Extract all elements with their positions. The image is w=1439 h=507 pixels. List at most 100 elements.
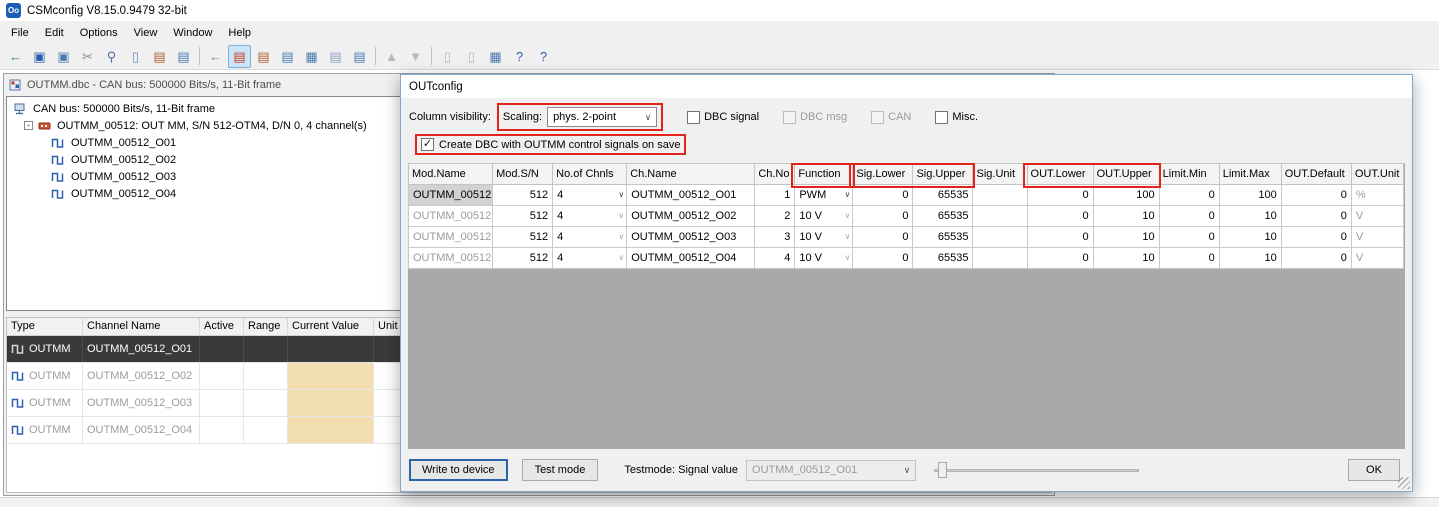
save-all-icon[interactable]: ▣ <box>52 45 75 68</box>
sig-unit-cell[interactable] <box>972 247 1028 269</box>
mod-s-n-cell[interactable]: 512 <box>492 226 554 248</box>
mod-name-cell[interactable]: OUTMM_00512 <box>408 226 494 248</box>
mod-name-cell[interactable]: OUTMM_00512 <box>408 205 494 227</box>
dialog-titlebar[interactable]: OUTconfig <box>401 75 1412 98</box>
limit-max-cell[interactable]: 10 <box>1218 226 1282 248</box>
module-config-icon[interactable]: ▤ <box>252 45 275 68</box>
outconfig-row[interactable]: OUTMM_00512 512 4 ∨ OUTMM_00512_O03 3 10 V ∨ 0 65… <box>408 226 1405 248</box>
write-to-device-button[interactable]: Write to device <box>409 459 508 481</box>
no-of-chnls-cell[interactable]: 4 ∨ <box>552 205 628 227</box>
search-icon[interactable]: ⚲ <box>100 45 123 68</box>
chevron-down-icon: ∨ <box>844 190 851 199</box>
ch-no-cell[interactable]: 4 <box>754 247 796 269</box>
menu-help[interactable]: Help <box>220 22 259 43</box>
disconnect-icon[interactable]: ✂ <box>76 45 99 68</box>
sig-unit-cell[interactable] <box>972 184 1028 206</box>
config-table-icon[interactable]: ▦ <box>300 45 323 68</box>
device-settings-icon[interactable]: ▤ <box>172 45 195 68</box>
mod-s-n-cell[interactable]: 512 <box>492 205 554 227</box>
sig-lower-cell[interactable]: 0 <box>852 205 914 227</box>
menu-edit[interactable]: Edit <box>37 22 72 43</box>
out-lower-cell[interactable]: 0 <box>1026 184 1094 206</box>
ch-name-cell[interactable]: OUTMM_00512_O03 <box>626 226 756 248</box>
sig-upper-cell[interactable]: 65535 <box>912 247 974 269</box>
outconfig-row[interactable]: OUTMM_00512 512 4 ∨ OUTMM_00512_O04 4 10 V ∨ 0 65… <box>408 247 1405 269</box>
out-upper-cell[interactable]: 10 <box>1092 205 1160 227</box>
collapse-expander-icon[interactable]: - <box>24 121 33 130</box>
sig-upper-cell[interactable]: 65535 <box>912 184 974 206</box>
out-lower-cell[interactable]: 0 <box>1026 247 1094 269</box>
device2-icon[interactable]: ▤ <box>324 45 347 68</box>
out-upper-cell[interactable]: 10 <box>1092 226 1160 248</box>
no-of-chnls-cell[interactable]: 4 ∨ <box>552 184 628 206</box>
out-unit-cell[interactable]: % <box>1350 184 1405 206</box>
limit-min-cell[interactable]: 0 <box>1158 226 1220 248</box>
ch-name-cell[interactable]: OUTMM_00512_O02 <box>626 205 756 227</box>
function-cell[interactable]: PWM ∨ <box>794 184 854 206</box>
sig-unit-cell[interactable] <box>972 205 1028 227</box>
sig-upper-cell[interactable]: 65535 <box>912 205 974 227</box>
ch-no-cell[interactable]: 1 <box>754 184 796 206</box>
limit-min-cell[interactable]: 0 <box>1158 184 1220 206</box>
no-of-chnls-cell[interactable]: 4 ∨ <box>552 247 628 269</box>
menu-view[interactable]: View <box>126 22 166 43</box>
sig-unit-cell[interactable] <box>972 226 1028 248</box>
function-cell[interactable]: 10 V ∨ <box>794 205 854 227</box>
context-help-icon[interactable]: ? <box>532 45 555 68</box>
limit-max-cell[interactable]: 100 <box>1218 184 1282 206</box>
mod-s-n-cell[interactable]: 512 <box>492 184 554 206</box>
offline-icon[interactable]: ← <box>204 45 227 68</box>
out-default-cell[interactable]: 0 <box>1280 184 1352 206</box>
mod-name-cell[interactable]: OUTMM_00512 <box>408 247 494 269</box>
limit-max-cell[interactable]: 10 <box>1218 205 1282 227</box>
help-icon[interactable]: ? <box>508 45 531 68</box>
resize-grip-icon[interactable] <box>1398 477 1410 489</box>
ch-name-cell[interactable]: OUTMM_00512_O04 <box>626 247 756 269</box>
sig-lower-cell[interactable]: 0 <box>852 247 914 269</box>
ch-no-cell[interactable]: 2 <box>754 205 796 227</box>
outconfig-row[interactable]: OUTMM_00512 512 4 ∨ OUTMM_00512_O02 2 10 V ∨ 0 65… <box>408 205 1405 227</box>
function-cell[interactable]: 10 V ∨ <box>794 247 854 269</box>
ch-name-cell[interactable]: OUTMM_00512_O01 <box>626 184 756 206</box>
device3-icon[interactable]: ▤ <box>348 45 371 68</box>
out-lower-cell[interactable]: 0 <box>1026 226 1094 248</box>
sig-lower-cell[interactable]: 0 <box>852 184 914 206</box>
out-unit-cell[interactable]: V <box>1350 247 1405 269</box>
grid-icon[interactable]: ▦ <box>484 45 507 68</box>
out-unit-cell[interactable]: V <box>1350 205 1405 227</box>
function-cell[interactable]: 10 V ∨ <box>794 226 854 248</box>
checkbox-dbc-signal[interactable]: DBC signal <box>687 110 759 124</box>
sig-lower-cell[interactable]: 0 <box>852 226 914 248</box>
mod-name-cell[interactable]: OUTMM_00512 <box>408 184 494 206</box>
checkbox-misc[interactable]: Misc. <box>935 110 978 124</box>
test-mode-button[interactable]: Test mode <box>521 459 599 481</box>
out-default-cell[interactable]: 0 <box>1280 247 1352 269</box>
module-config2-icon[interactable]: ▤ <box>276 45 299 68</box>
limit-max-cell[interactable]: 10 <box>1218 247 1282 269</box>
no-of-chnls-cell[interactable]: 4 ∨ <box>552 226 628 248</box>
out-default-cell[interactable]: 0 <box>1280 226 1352 248</box>
out-unit-cell[interactable]: V <box>1350 226 1405 248</box>
new-document-icon[interactable]: ▯ <box>124 45 147 68</box>
paste-icon: ▯ <box>460 45 483 68</box>
menu-options[interactable]: Options <box>72 22 126 43</box>
ok-button[interactable]: OK <box>1348 459 1400 481</box>
back-icon[interactable]: ← <box>4 45 27 68</box>
device-config-icon[interactable]: ▤ <box>148 45 171 68</box>
out-upper-cell[interactable]: 10 <box>1092 247 1160 269</box>
menu-window[interactable]: Window <box>165 22 220 43</box>
out-upper-cell[interactable]: 100 <box>1092 184 1160 206</box>
sig-upper-cell[interactable]: 65535 <box>912 226 974 248</box>
limit-min-cell[interactable]: 0 <box>1158 247 1220 269</box>
online-config-icon[interactable]: ▤ <box>228 44 251 68</box>
create-dbc-checkbox[interactable]: ✓ <box>421 138 434 151</box>
out-lower-cell[interactable]: 0 <box>1026 205 1094 227</box>
outconfig-row[interactable]: OUTMM_00512 512 4 ∨ OUTMM_00512_O01 1 PWM ∨ 0 655… <box>408 184 1405 206</box>
ch-no-cell[interactable]: 3 <box>754 226 796 248</box>
save-icon[interactable]: ▣ <box>28 45 51 68</box>
limit-min-cell[interactable]: 0 <box>1158 205 1220 227</box>
out-default-cell[interactable]: 0 <box>1280 205 1352 227</box>
mod-s-n-cell[interactable]: 512 <box>492 247 554 269</box>
menu-file[interactable]: File <box>3 22 37 43</box>
scaling-select[interactable]: phys. 2-point ∨ <box>547 107 658 127</box>
